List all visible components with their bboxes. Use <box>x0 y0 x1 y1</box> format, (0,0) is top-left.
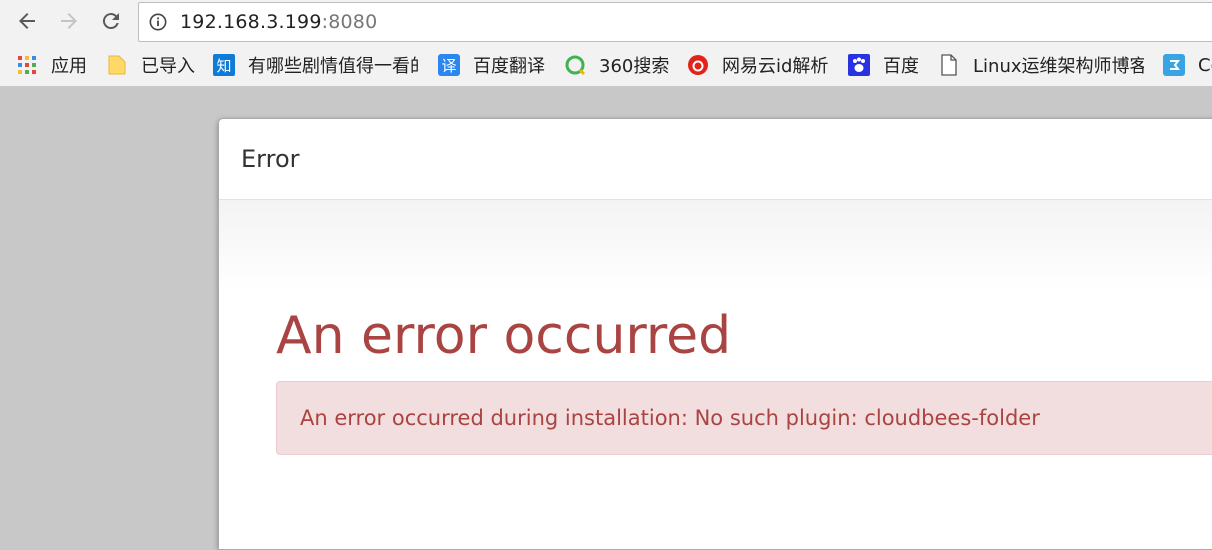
back-arrow-icon <box>19 13 35 29</box>
bookmarks-bar: 应用 已导入 知 有哪些剧情值得一看的 译 百度翻译 360搜索 网易云id解析… <box>0 46 1212 84</box>
dialog-title: Error <box>241 145 300 173</box>
bookmark-apps[interactable]: 应用 <box>16 50 87 80</box>
folder-icon <box>106 54 128 76</box>
address-bar[interactable]: 192.168.3.199:8080 <box>138 2 1212 42</box>
forward-arrow-icon <box>61 13 77 29</box>
bookmark-label: 百度 <box>883 56 919 77</box>
bookmark-label: Linux运维架构师博客 <box>973 56 1144 77</box>
bookmark-label: 已导入 <box>141 56 195 77</box>
bookmark-label: 百度翻译 <box>473 56 545 77</box>
info-icon[interactable] <box>149 13 167 31</box>
error-heading: An error occurred <box>276 306 732 366</box>
url-port: :8080 <box>321 11 378 33</box>
reload-icon <box>102 13 119 30</box>
url-host: 192.168.3.199 <box>180 11 322 33</box>
bookmark-baidu-translate[interactable]: 译 百度翻译 <box>438 50 545 80</box>
dialog-header: Error <box>219 119 1212 200</box>
forward-button[interactable] <box>54 6 84 36</box>
page-icon <box>938 54 960 76</box>
zhihu-icon: 知 <box>213 54 235 76</box>
bookmark-label: 有哪些剧情值得一看的 <box>248 56 418 77</box>
translate-icon: 译 <box>438 54 460 76</box>
url-text[interactable]: 192.168.3.199:8080 <box>180 11 377 33</box>
browser-chrome: 192.168.3.199:8080 应用 已导入 知 有哪些剧情值得一看的 译 <box>0 0 1212 87</box>
bookmark-netease[interactable]: 网易云id解析 <box>687 50 828 80</box>
bookmark-zhihu[interactable]: 知 有哪些剧情值得一看的 <box>213 50 418 80</box>
bookmark-baidu[interactable]: 百度 <box>848 50 919 80</box>
bookmark-360-search[interactable]: 360搜索 <box>564 50 669 80</box>
apps-grid-icon <box>16 54 38 76</box>
dialog-body <box>219 200 1212 549</box>
netease-cloud-icon <box>687 54 709 76</box>
bookmark-imported[interactable]: 已导入 <box>106 50 195 80</box>
back-button[interactable] <box>12 6 42 36</box>
error-alert: An error occurred during installation: N… <box>276 381 1212 455</box>
bookmark-co[interactable]: Co <box>1163 50 1212 80</box>
bookmark-label: Co <box>1198 54 1212 76</box>
bookmark-linux-blog[interactable]: Linux运维架构师博客 <box>938 50 1144 80</box>
bookmark-label: 网易云id解析 <box>722 56 829 77</box>
blue-app-icon <box>1163 54 1185 76</box>
reload-button[interactable] <box>96 6 126 36</box>
bookmark-label: 应用 <box>51 56 87 77</box>
bookmark-label: 360搜索 <box>599 56 670 77</box>
baidu-paw-icon <box>848 54 870 76</box>
360-search-icon <box>564 54 586 76</box>
error-message: An error occurred during installation: N… <box>300 406 1040 430</box>
